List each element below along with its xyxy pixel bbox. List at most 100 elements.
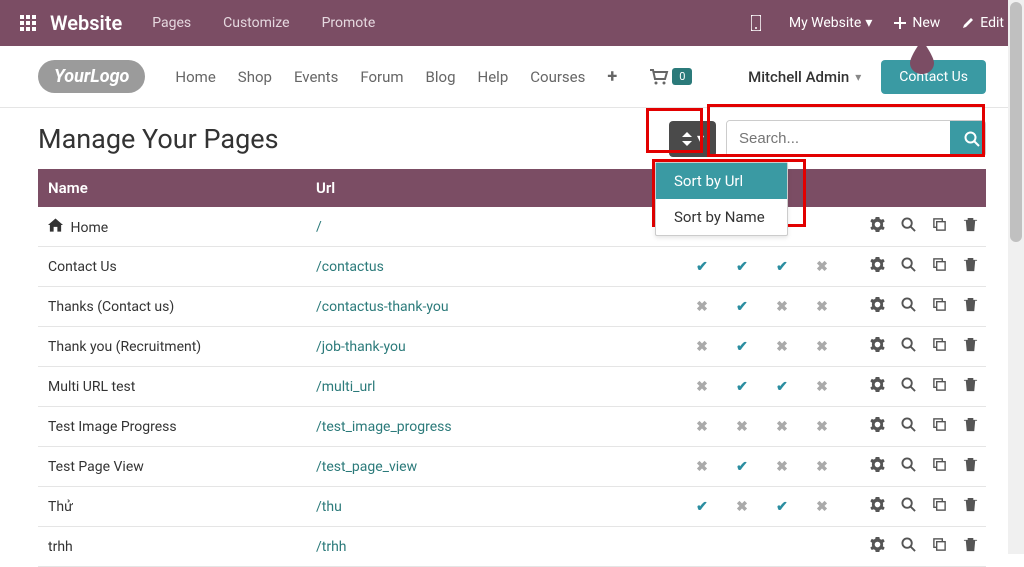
- cell-url[interactable]: /thu: [308, 487, 682, 527]
- cell-url[interactable]: /: [308, 207, 682, 247]
- nav2-forum[interactable]: Forum: [360, 68, 403, 86]
- scrollbar-thumb[interactable]: [1010, 2, 1022, 242]
- check-icon: ✔: [696, 499, 708, 515]
- action-delete[interactable]: [955, 247, 986, 287]
- cell-name: trhh: [38, 527, 308, 567]
- action-search[interactable]: [893, 487, 924, 527]
- nav-customize[interactable]: Customize: [223, 15, 289, 31]
- action-copy[interactable]: [924, 447, 955, 487]
- action-delete[interactable]: [955, 487, 986, 527]
- nav2-events[interactable]: Events: [294, 68, 338, 86]
- table-row: Thanks (Contact us) /contactus-thank-you…: [38, 287, 986, 327]
- water-drop-icon[interactable]: [908, 40, 936, 78]
- action-settings[interactable]: [862, 447, 893, 487]
- cell-url[interactable]: /contactus: [308, 247, 682, 287]
- cell-flag1: ✖: [682, 327, 722, 367]
- cross-icon: ✖: [696, 339, 708, 355]
- action-settings[interactable]: [862, 367, 893, 407]
- cell-flag3: ✖: [762, 327, 802, 367]
- cross-icon: ✖: [816, 499, 828, 515]
- cell-flag4: ✖: [802, 247, 842, 287]
- website-selector[interactable]: My Website ▾: [789, 15, 872, 31]
- action-search[interactable]: [893, 367, 924, 407]
- action-settings[interactable]: [862, 327, 893, 367]
- action-copy[interactable]: [924, 247, 955, 287]
- nav2-blog[interactable]: Blog: [426, 68, 456, 86]
- sort-button[interactable]: ▾: [669, 121, 716, 157]
- new-button[interactable]: New: [894, 15, 940, 31]
- table-row: Thử /thu ✔ ✖ ✔ ✖: [38, 487, 986, 527]
- caret-down-icon: ▾: [855, 70, 861, 84]
- cell-url[interactable]: /multi_url: [308, 367, 682, 407]
- cell-url[interactable]: /job-thank-you: [308, 327, 682, 367]
- action-settings[interactable]: [862, 487, 893, 527]
- cell-flag2: ✔: [722, 247, 762, 287]
- nav2-home[interactable]: Home: [175, 68, 215, 86]
- apps-icon[interactable]: [20, 15, 36, 31]
- action-search[interactable]: [893, 287, 924, 327]
- action-delete[interactable]: [955, 287, 986, 327]
- nav-pages[interactable]: Pages: [152, 15, 191, 31]
- scrollbar-track[interactable]: [1008, 0, 1024, 554]
- pages-table: Name Url Home / Contact Us /contactus ✔ …: [38, 169, 986, 567]
- cell-flag2: [722, 527, 762, 567]
- check-icon: ✔: [776, 379, 788, 395]
- cell-name: Thử: [38, 487, 308, 527]
- cell-flag3: ✖: [762, 287, 802, 327]
- action-settings[interactable]: [862, 207, 893, 247]
- action-settings[interactable]: [862, 247, 893, 287]
- cross-icon: ✖: [816, 379, 828, 395]
- action-copy[interactable]: [924, 367, 955, 407]
- cell-flag3: ✖: [762, 447, 802, 487]
- dropdown-sort-name[interactable]: Sort by Name: [656, 199, 787, 235]
- action-copy[interactable]: [924, 407, 955, 447]
- search-button[interactable]: [950, 121, 986, 156]
- action-search[interactable]: [893, 527, 924, 567]
- nav2-shop[interactable]: Shop: [238, 68, 272, 86]
- action-copy[interactable]: [924, 327, 955, 367]
- action-delete[interactable]: [955, 527, 986, 567]
- cross-icon: ✖: [816, 299, 828, 315]
- action-delete[interactable]: [955, 367, 986, 407]
- search-input[interactable]: [727, 121, 950, 156]
- action-search[interactable]: [893, 447, 924, 487]
- table-row: Home /: [38, 207, 986, 247]
- action-copy[interactable]: [924, 527, 955, 567]
- action-search[interactable]: [893, 407, 924, 447]
- cell-flag1: ✔: [682, 247, 722, 287]
- cell-flag2: ✔: [722, 447, 762, 487]
- edit-button[interactable]: Edit: [962, 15, 1004, 31]
- action-settings[interactable]: [862, 527, 893, 567]
- action-settings[interactable]: [862, 407, 893, 447]
- action-search[interactable]: [893, 207, 924, 247]
- action-copy[interactable]: [924, 207, 955, 247]
- logo[interactable]: YourLogo: [38, 60, 145, 93]
- cell-url[interactable]: /test_image_progress: [308, 407, 682, 447]
- cell-url[interactable]: /test_page_view: [308, 447, 682, 487]
- add-menu-icon[interactable]: +: [607, 66, 617, 87]
- mobile-preview-icon[interactable]: [751, 15, 767, 31]
- cell-flag4: [802, 527, 842, 567]
- action-delete[interactable]: [955, 447, 986, 487]
- dropdown-sort-url[interactable]: Sort by Url: [656, 163, 787, 199]
- cell-url[interactable]: /trhh: [308, 527, 682, 567]
- th-name: Name: [38, 169, 308, 207]
- nav2-help[interactable]: Help: [478, 68, 509, 86]
- cross-icon: ✖: [696, 459, 708, 475]
- check-icon: ✔: [776, 499, 788, 515]
- cell-url[interactable]: /contactus-thank-you: [308, 287, 682, 327]
- nav-promote[interactable]: Promote: [322, 15, 376, 31]
- action-settings[interactable]: [862, 287, 893, 327]
- cross-icon: ✖: [816, 419, 828, 435]
- action-delete[interactable]: [955, 327, 986, 367]
- action-delete[interactable]: [955, 407, 986, 447]
- action-delete[interactable]: [955, 207, 986, 247]
- action-search[interactable]: [893, 327, 924, 367]
- cross-icon: ✖: [816, 459, 828, 475]
- action-search[interactable]: [893, 247, 924, 287]
- action-copy[interactable]: [924, 287, 955, 327]
- nav2-courses[interactable]: Courses: [530, 68, 585, 86]
- cart-button[interactable]: 0: [649, 68, 692, 85]
- user-menu[interactable]: Mitchell Admin ▾: [748, 68, 861, 86]
- action-copy[interactable]: [924, 487, 955, 527]
